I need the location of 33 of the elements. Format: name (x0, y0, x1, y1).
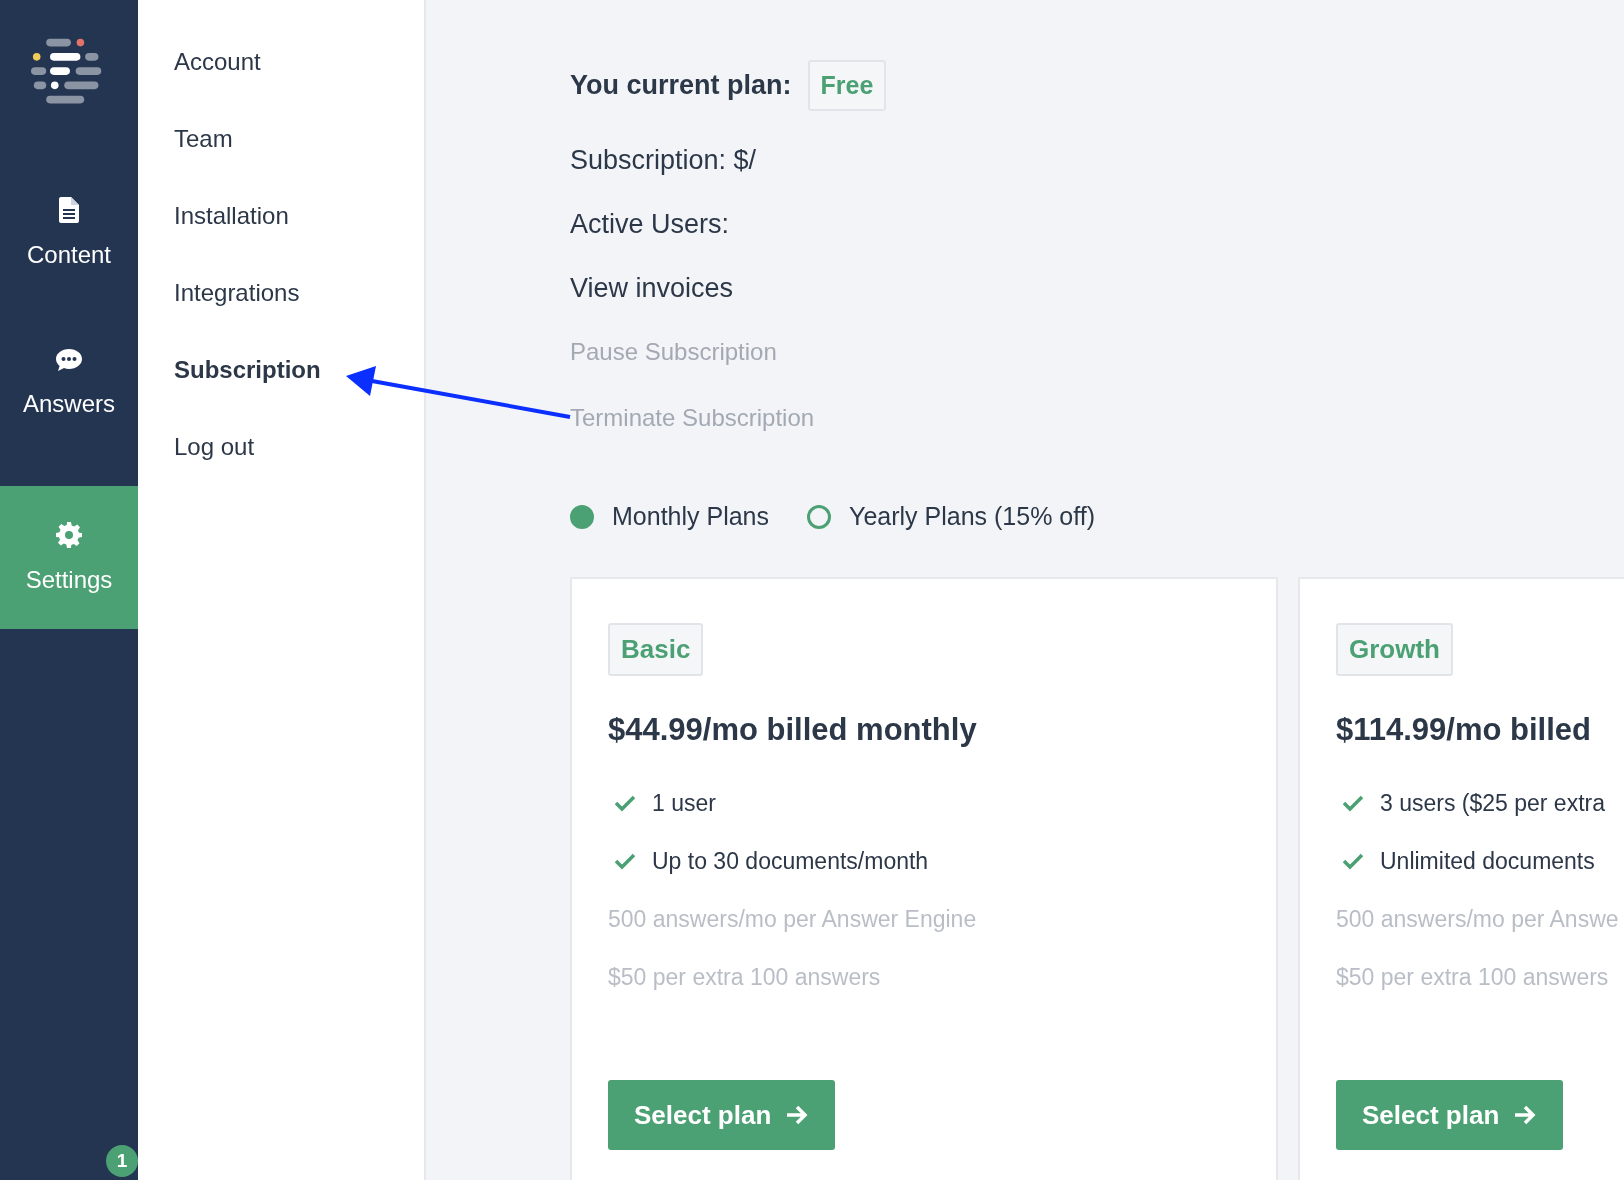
plan-tag: Growth (1336, 623, 1453, 676)
detail-text: Active Users: (570, 208, 731, 241)
document-icon (59, 197, 79, 223)
notification-badge: 1 (106, 1145, 138, 1177)
current-plan-label: You current plan: (570, 70, 792, 101)
nav-item[interactable]: Answers (0, 318, 138, 468)
feature-text: Unlimited documents (1380, 847, 1595, 875)
plan-price: $44.99/mo billed monthly (608, 712, 977, 748)
plan-price: $114.99/mo billed (1336, 712, 1592, 748)
billing-radio[interactable]: Yearly Plans (15% off) (807, 502, 1095, 531)
feature-text: 1 user (652, 789, 716, 817)
detail-text: Subscription: $/ (570, 144, 758, 177)
feature-text: 3 users ($25 per extra (1380, 789, 1605, 817)
menu-item[interactable]: Log out (174, 429, 424, 506)
menu-item[interactable]: Subscription (174, 352, 424, 429)
menu-item[interactable]: Integrations (174, 275, 424, 352)
view-invoices-link[interactable]: View invoices (570, 271, 1624, 337)
menu-item[interactable]: Team (174, 121, 424, 198)
nav-item[interactable]: Content (0, 168, 138, 318)
billing-radio[interactable]: Monthly Plans (570, 502, 770, 531)
settings-icon (56, 521, 82, 548)
feature-text: $50 per extra 100 answers (1336, 962, 1609, 992)
feature-text: 500 answers/mo per Answe (1336, 904, 1619, 934)
feature-text: 500 answers/mo per Answer Engine (608, 904, 977, 934)
plan-tag: Free (807, 60, 887, 111)
menu-item[interactable]: Installation (174, 198, 424, 275)
feature-text: Up to 30 documents/month (652, 847, 929, 875)
menu-item[interactable]: Account (174, 44, 424, 121)
arrow-right-icon (785, 1104, 810, 1126)
arrow-right-icon (1513, 1104, 1538, 1126)
chat-icon (55, 348, 83, 372)
plan-tag: Basic (608, 623, 704, 676)
feature-text: $50 per extra 100 answers (608, 962, 881, 992)
